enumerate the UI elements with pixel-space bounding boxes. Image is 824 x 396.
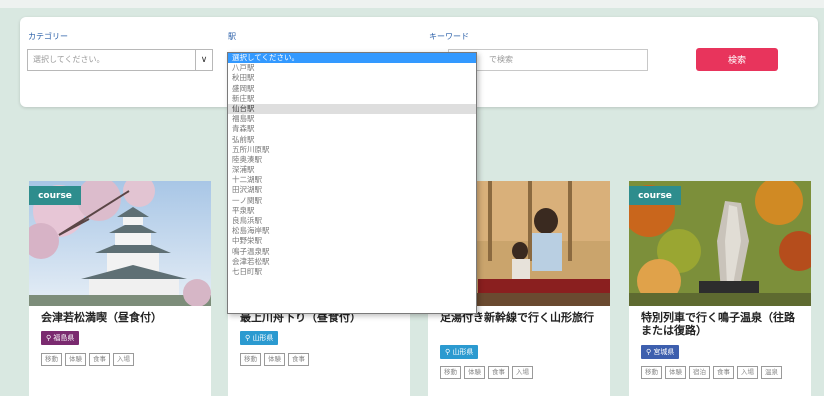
keyword-input[interactable]: で検索	[448, 49, 648, 71]
station-option[interactable]: 会津若松駅	[228, 257, 476, 267]
station-option[interactable]: 深浦駅	[228, 165, 476, 175]
chip: 食事	[89, 353, 110, 366]
station-option[interactable]: 仙台駅	[228, 103, 476, 115]
chip: 宿泊	[689, 366, 710, 379]
chip: 食事	[713, 366, 734, 379]
card-title[interactable]: 会津若松満喫（昼食付）	[41, 311, 205, 324]
tag-chips: 移動 体験 食事 入場	[440, 366, 602, 379]
chip: 食事	[288, 353, 309, 366]
top-band	[0, 0, 824, 8]
station-option[interactable]: 松島海岸駅	[228, 226, 476, 236]
chip: 入場	[113, 353, 134, 366]
station-option[interactable]: 平泉駅	[228, 206, 476, 216]
search-button[interactable]: 検索	[696, 48, 778, 71]
chip: 移動	[240, 353, 261, 366]
station-option[interactable]: 十二湖駅	[228, 175, 476, 185]
station-option[interactable]: 秋田駅	[228, 73, 476, 83]
location-pin-icon: ⚲	[445, 348, 451, 356]
chevron-down-icon[interactable]: ∨	[195, 50, 212, 70]
card-image-castle[interactable]: course	[29, 181, 211, 306]
chip: 移動	[41, 353, 62, 366]
category-select[interactable]: 選択してください。 ∨	[27, 49, 213, 71]
station-option[interactable]: 五所川原駅	[228, 145, 476, 155]
prefecture-badge: ⚲ 福島県	[41, 331, 80, 345]
category-select-value: 選択してください。	[33, 55, 105, 64]
station-option[interactable]: 選択してください。	[228, 53, 476, 64]
location-pin-icon: ⚲	[245, 334, 251, 342]
station-option[interactable]: 陸奥湊駅	[228, 155, 476, 165]
chip: 移動	[641, 366, 662, 379]
station-option[interactable]: 八戸駅	[228, 63, 476, 73]
station-option[interactable]: 弘前駅	[228, 135, 476, 145]
card-image-autumn-gorge[interactable]: course	[629, 181, 811, 306]
course-card[interactable]: course 会津若松満喫（昼食付） ⚲ 福島県 移動 体験 食事 入場	[29, 181, 211, 396]
station-label: 駅	[228, 32, 236, 41]
station-option[interactable]: 鳴子温泉駅	[228, 247, 476, 257]
tag-chips: 移動 体験 食事 入場	[41, 353, 203, 366]
station-option[interactable]: 一ノ関駅	[228, 196, 476, 206]
tag-chips: 移動 体験 食事	[240, 353, 402, 366]
chip: 温泉	[761, 366, 782, 379]
category-label: カテゴリー	[28, 32, 68, 41]
location-pin-icon: ⚲	[646, 348, 652, 356]
chip: 食事	[488, 366, 509, 379]
station-option[interactable]: 新庄駅	[228, 94, 476, 104]
course-tag: course	[29, 186, 81, 205]
station-option[interactable]: 田沢湖駅	[228, 185, 476, 195]
location-pin-icon: ⚲	[46, 334, 52, 342]
prefecture-badge: ⚲ 山形県	[240, 331, 279, 345]
prefecture-badge: ⚲ 山形県	[440, 345, 479, 359]
tag-chips: 移動 体験 宿泊 食事 入場 温泉	[641, 366, 803, 379]
prefecture-label: 山形県	[252, 334, 274, 342]
chip: 入場	[512, 366, 533, 379]
prefecture-label: 宮城県	[653, 348, 675, 356]
chip: 体験	[464, 366, 485, 379]
keyword-label: キーワード	[429, 32, 469, 41]
station-option[interactable]: 盛岡駅	[228, 84, 476, 94]
station-option[interactable]: 青森駅	[228, 124, 476, 134]
keyword-placeholder: で検索	[489, 55, 513, 64]
station-option[interactable]: 良鳥浜駅	[228, 216, 476, 226]
prefecture-label: 福島県	[53, 334, 75, 342]
course-tag: course	[629, 186, 681, 205]
prefecture-label: 山形県	[452, 348, 474, 356]
station-option[interactable]: 七日町駅	[228, 267, 476, 277]
station-option[interactable]: 中野栄駅	[228, 236, 476, 246]
course-card[interactable]: course 特別列車で行く鳴子温泉（往路または復路） ⚲ 宮城県 移動 体験 …	[629, 181, 811, 396]
station-dropdown-list[interactable]: 選択してください。 八戸駅 秋田駅 盛岡駅 新庄駅 仙台駅 福島駅 青森駅 弘前駅 五所川原駅 陸奥…	[227, 52, 477, 314]
chip: 移動	[440, 366, 461, 379]
station-option[interactable]: 福島駅	[228, 114, 476, 124]
chip: 体験	[264, 353, 285, 366]
prefecture-badge: ⚲ 宮城県	[641, 345, 680, 359]
chip: 体験	[65, 353, 86, 366]
card-title[interactable]: 特別列車で行く鳴子温泉（往路または復路）	[641, 311, 805, 337]
chip: 体験	[665, 366, 686, 379]
chip: 入場	[737, 366, 758, 379]
